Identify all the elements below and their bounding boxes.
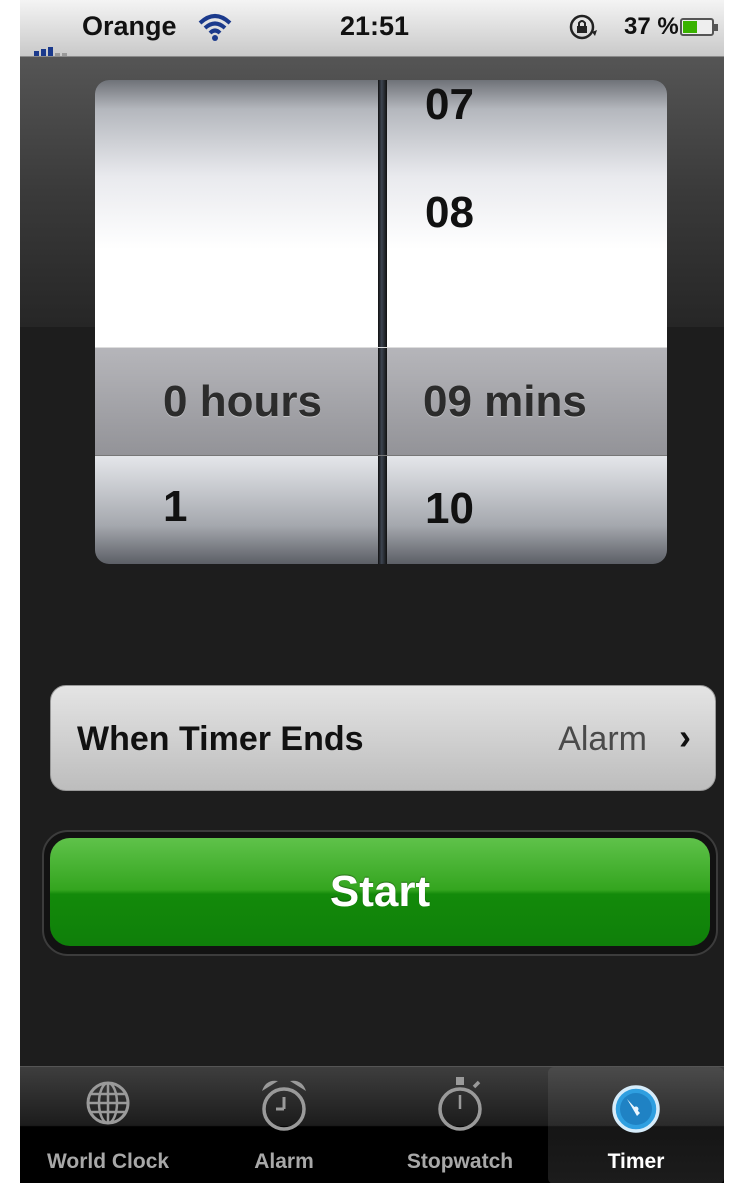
duration-picker[interactable]: 1 2 07 08 10 11 0 hours 09 mins — [95, 80, 667, 564]
selected-minutes[interactable]: 09 mins — [423, 348, 587, 455]
selection-bar: 0 hours 09 mins — [95, 347, 667, 456]
battery-percent: 37 % — [624, 13, 679, 40]
minutes-option[interactable]: 08 — [425, 160, 474, 266]
status-bar: Orange 21:51 37 % — [20, 0, 724, 57]
tab-world-clock[interactable]: World Clock — [20, 1067, 196, 1183]
tab-bar: World Clock Alarm Stopwatch Timer — [20, 1066, 724, 1183]
when-timer-ends-value: Alarm — [558, 720, 647, 758]
hours-wheel[interactable]: 1 2 — [95, 80, 378, 564]
wheel-divider — [378, 80, 387, 564]
when-timer-ends-label: When Timer Ends — [77, 720, 364, 758]
timer-icon — [612, 1085, 660, 1133]
tab-label: Timer — [607, 1150, 665, 1173]
tab-stopwatch[interactable]: Stopwatch — [372, 1067, 548, 1183]
alarm-clock-icon — [262, 1080, 306, 1131]
tab-alarm[interactable]: Alarm — [196, 1067, 372, 1183]
minutes-option[interactable]: 10 — [425, 456, 474, 562]
start-button[interactable]: Start — [50, 838, 710, 946]
minutes-option[interactable]: 07 — [425, 80, 474, 158]
selected-hours[interactable]: 0 hours — [163, 348, 322, 455]
chevron-right-icon: › — [679, 716, 691, 757]
tab-timer[interactable]: Timer — [548, 1067, 724, 1183]
stopwatch-icon — [438, 1077, 482, 1131]
tab-label: Alarm — [254, 1150, 314, 1173]
selection-divider — [378, 348, 387, 455]
minutes-wheel[interactable]: 07 08 10 11 — [387, 80, 667, 564]
minutes-option[interactable]: 11 — [425, 560, 472, 564]
clock-time: 21:51 — [340, 11, 410, 41]
tab-label: World Clock — [46, 1150, 170, 1173]
when-timer-ends-row[interactable]: When Timer Ends Alarm › — [50, 685, 716, 791]
rotation-lock-icon — [569, 14, 597, 40]
hours-option[interactable]: 2 — [163, 560, 187, 564]
timer-screen: Orange 21:51 37 % 1 2 07 08 10 11 — [20, 0, 724, 1183]
wifi-icon — [198, 14, 232, 41]
battery-icon — [680, 18, 718, 36]
tab-label: Stopwatch — [406, 1150, 514, 1173]
carrier-name: Orange — [82, 11, 177, 41]
hours-option[interactable]: 1 — [163, 454, 187, 560]
signal-icon — [34, 25, 69, 56]
globe-icon — [86, 1081, 130, 1125]
